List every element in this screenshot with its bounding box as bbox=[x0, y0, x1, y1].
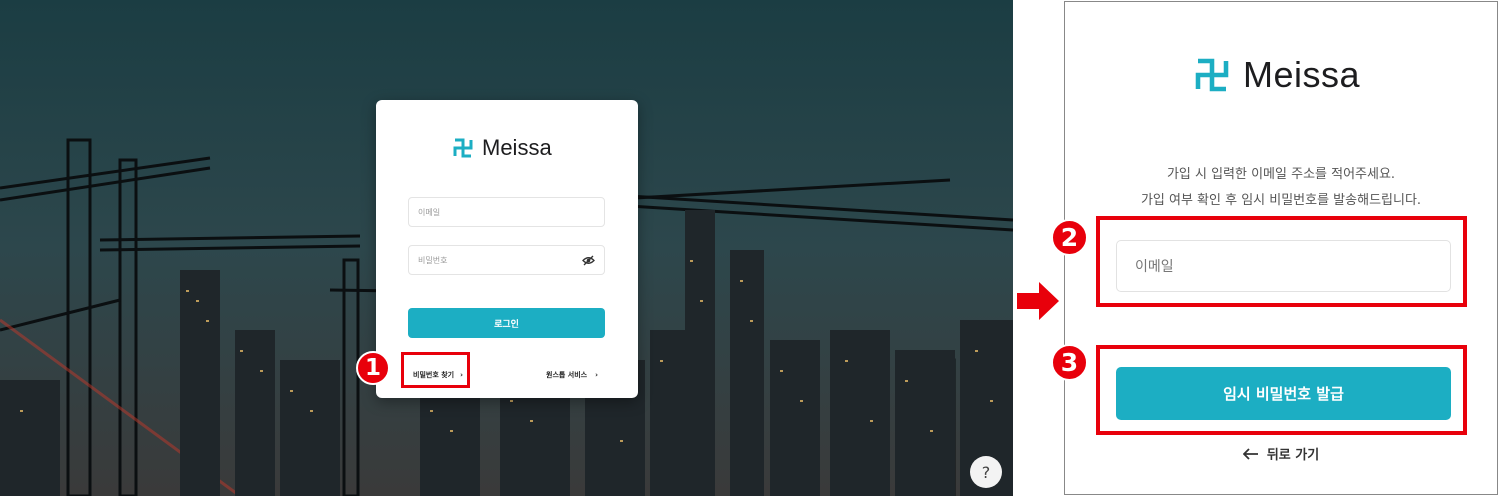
login-email-placeholder: 이메일 bbox=[418, 207, 441, 217]
login-password-placeholder: 비밀번호 bbox=[418, 255, 448, 265]
right-arrow-icon bbox=[1017, 282, 1059, 320]
logo-wordmark: Meissa bbox=[482, 135, 552, 160]
back-label: 뒤로 가기 bbox=[1266, 448, 1320, 463]
back-link[interactable]: 뒤로 가기 bbox=[1065, 444, 1497, 463]
reset-description-line-2: 가입 여부 확인 후 임시 비밀번호를 발송해드립니다. bbox=[1140, 193, 1422, 208]
step-badge-3: 3 bbox=[1051, 344, 1088, 381]
meissa-logo-icon bbox=[1195, 58, 1229, 92]
step-badge-2: 2 bbox=[1051, 219, 1088, 256]
login-email-input[interactable]: 이메일 bbox=[408, 197, 605, 227]
login-screenshot: Meissa 이메일 비밀번호 로그인 비밀번호 찾기 › 원스톱 서비스 › … bbox=[0, 0, 1013, 496]
help-button[interactable]: ? bbox=[970, 456, 1002, 488]
highlight-box-step-2 bbox=[1096, 216, 1467, 307]
onestop-service-label: 원스톱 서비스 bbox=[546, 371, 588, 379]
onestop-service-link[interactable]: 원스톱 서비스 › bbox=[546, 363, 598, 387]
step-badge-1: 1 bbox=[356, 351, 390, 385]
meissa-logo: Meissa bbox=[1191, 54, 1360, 96]
login-button[interactable]: 로그인 bbox=[408, 308, 605, 338]
chevron-right-icon: › bbox=[595, 371, 598, 379]
login-password-input[interactable]: 비밀번호 bbox=[408, 245, 605, 275]
eye-off-icon[interactable] bbox=[582, 255, 595, 266]
arrow-left-icon bbox=[1242, 447, 1258, 460]
logo-wordmark: Meissa bbox=[1243, 54, 1361, 95]
highlight-box-step-3 bbox=[1096, 345, 1467, 435]
meissa-logo-icon bbox=[453, 138, 473, 158]
meissa-logo: Meissa bbox=[451, 134, 552, 162]
reset-description-line-1: 가입 시 입력한 이메일 주소를 적어주세요. bbox=[1166, 167, 1396, 182]
highlight-box-step-1 bbox=[401, 352, 470, 388]
